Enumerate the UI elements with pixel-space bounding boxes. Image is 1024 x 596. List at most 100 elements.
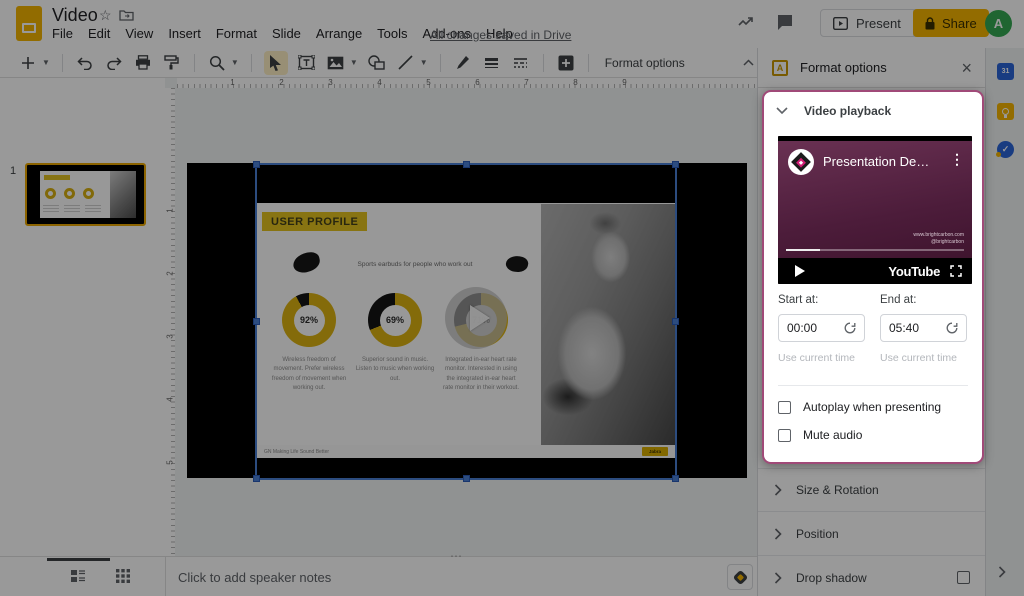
mute-option[interactable]: Mute audio (778, 428, 862, 442)
end-at-input[interactable]: 05:40 (880, 314, 967, 342)
menu-item[interactable]: Format (216, 26, 257, 41)
new-slide-button[interactable] (18, 53, 38, 73)
slides-logo[interactable] (16, 6, 42, 41)
menu-item[interactable]: Edit (88, 26, 110, 41)
document-title[interactable]: Video (52, 5, 98, 26)
resize-handle[interactable] (463, 161, 470, 168)
play-icon (470, 305, 490, 331)
share-button[interactable]: Share (913, 9, 989, 37)
toolbar-collapse-button[interactable] (738, 52, 758, 72)
autoplay-checkbox[interactable] (778, 401, 791, 414)
resize-handle[interactable] (253, 318, 260, 325)
format-options-icon: A (772, 60, 788, 76)
line-dash-button[interactable] (511, 53, 531, 73)
menu-item[interactable]: File (52, 26, 73, 41)
panel-title: Format options (800, 60, 949, 75)
paint-format-button[interactable] (162, 53, 182, 73)
speaker-notes-input[interactable]: Click to add speaker notes (178, 570, 331, 585)
insert-placeholder-button[interactable] (556, 53, 576, 73)
selected-video[interactable]: USER PROFILE Sports earbuds for people w… (257, 165, 675, 478)
use-current-time-start[interactable]: Use current time (778, 352, 855, 364)
insert-shape-button[interactable] (367, 53, 387, 73)
ruler-number: 2 (257, 78, 306, 87)
ruler-number: 6 (453, 78, 502, 87)
video-playback-section-header[interactable]: Video playback (776, 104, 891, 118)
zoom-caret[interactable]: ▼ (231, 58, 239, 67)
side-panel-collapse-button[interactable] (998, 566, 1006, 578)
menu-item[interactable]: Arrange (316, 26, 362, 41)
new-slide-caret[interactable]: ▼ (42, 58, 50, 67)
print-button[interactable] (133, 53, 153, 73)
section-position[interactable]: Position (758, 512, 986, 556)
text-box-button[interactable] (297, 53, 317, 73)
format-options-toolbar-label[interactable]: Format options (605, 56, 685, 70)
slide-thumbnail[interactable] (25, 163, 146, 226)
mute-label: Mute audio (803, 428, 862, 442)
resize-handle[interactable] (253, 161, 260, 168)
mute-checkbox[interactable] (778, 429, 791, 442)
select-tool-button[interactable] (264, 51, 288, 75)
player-progress-bar[interactable] (786, 249, 964, 251)
close-panel-button[interactable]: × (961, 59, 972, 77)
present-button[interactable]: Present (821, 16, 913, 31)
zoom-button[interactable] (207, 53, 227, 73)
toolbar: ▼ ▼ ▼ ▼ (0, 48, 757, 78)
slide-canvas[interactable]: 123456789 12345 USER PROFILE Sports earb… (165, 78, 757, 556)
menu-item[interactable]: Slide (272, 26, 301, 41)
line-color-button[interactable] (453, 53, 473, 73)
explore-button[interactable] (727, 564, 753, 590)
tasks-icon[interactable]: ✓ (997, 141, 1014, 158)
autoplay-option[interactable]: Autoplay when presenting (778, 400, 941, 414)
start-at-input[interactable]: 00:00 (778, 314, 865, 342)
redo-button[interactable] (104, 53, 124, 73)
line-weight-button[interactable] (482, 53, 502, 73)
player-menu-icon[interactable]: ⋮ (950, 151, 964, 168)
menu-item[interactable]: View (125, 26, 153, 41)
video-title: Presentation De… (823, 154, 929, 169)
resize-handle[interactable] (672, 161, 679, 168)
activity-dashboard-icon[interactable] (737, 13, 755, 31)
video-player-preview[interactable]: Presentation De… ⋮ www.brightcarbon.com … (778, 136, 972, 284)
insert-line-caret[interactable]: ▼ (420, 58, 428, 67)
resize-handle[interactable] (672, 318, 679, 325)
slide[interactable]: USER PROFILE Sports earbuds for people w… (187, 163, 747, 478)
active-view-indicator (47, 558, 110, 561)
star-icon[interactable]: ☆ (99, 7, 112, 24)
undo-button[interactable] (75, 53, 95, 73)
reset-time-icon[interactable] (844, 322, 856, 334)
resize-handle[interactable] (672, 475, 679, 482)
resize-handle[interactable] (463, 475, 470, 482)
player-play-button[interactable] (795, 265, 805, 277)
insert-image-caret[interactable]: ▼ (350, 58, 358, 67)
resize-handle[interactable] (253, 475, 260, 482)
section-drop-shadow[interactable]: Drop shadow (758, 556, 986, 596)
grid-view-button[interactable] (116, 569, 130, 583)
video-play-overlay[interactable] (445, 287, 507, 349)
menu-item[interactable]: Tools (377, 26, 407, 41)
insert-image-button[interactable] (326, 53, 346, 73)
end-at-label: End at: (880, 294, 916, 306)
reset-time-icon[interactable] (946, 322, 958, 334)
format-options-panel: A Format options × Video playback Presen… (757, 48, 985, 596)
menu-item[interactable]: Insert (168, 26, 201, 41)
panel-header: A Format options × (758, 48, 986, 88)
account-avatar[interactable]: A (985, 10, 1012, 37)
keep-icon[interactable] (997, 103, 1014, 120)
vertical-ruler: 12345 (165, 88, 175, 556)
insert-line-button[interactable] (396, 53, 416, 73)
drop-shadow-checkbox[interactable] (957, 571, 970, 584)
comments-icon[interactable] (776, 13, 794, 31)
fullscreen-icon[interactable] (950, 265, 962, 277)
filmstrip-view-button[interactable] (70, 569, 86, 583)
calendar-icon[interactable]: 31 (997, 63, 1014, 80)
earbud-image-right (505, 254, 529, 274)
section-size-rotation[interactable]: Size & Rotation (758, 468, 986, 512)
move-folder-icon[interactable] (119, 9, 134, 21)
notes-resize-handle[interactable]: ⋯ (450, 549, 464, 563)
donut-stat: 92% Wireless freedom of movement. Prefer… (269, 293, 349, 393)
youtube-logo[interactable]: YouTube (888, 264, 940, 279)
saved-status[interactable]: All changes saved in Drive (430, 28, 571, 42)
use-current-time-end[interactable]: Use current time (880, 352, 957, 364)
chevron-right-icon (774, 572, 782, 584)
horizontal-ruler: 123456789 (177, 78, 757, 88)
